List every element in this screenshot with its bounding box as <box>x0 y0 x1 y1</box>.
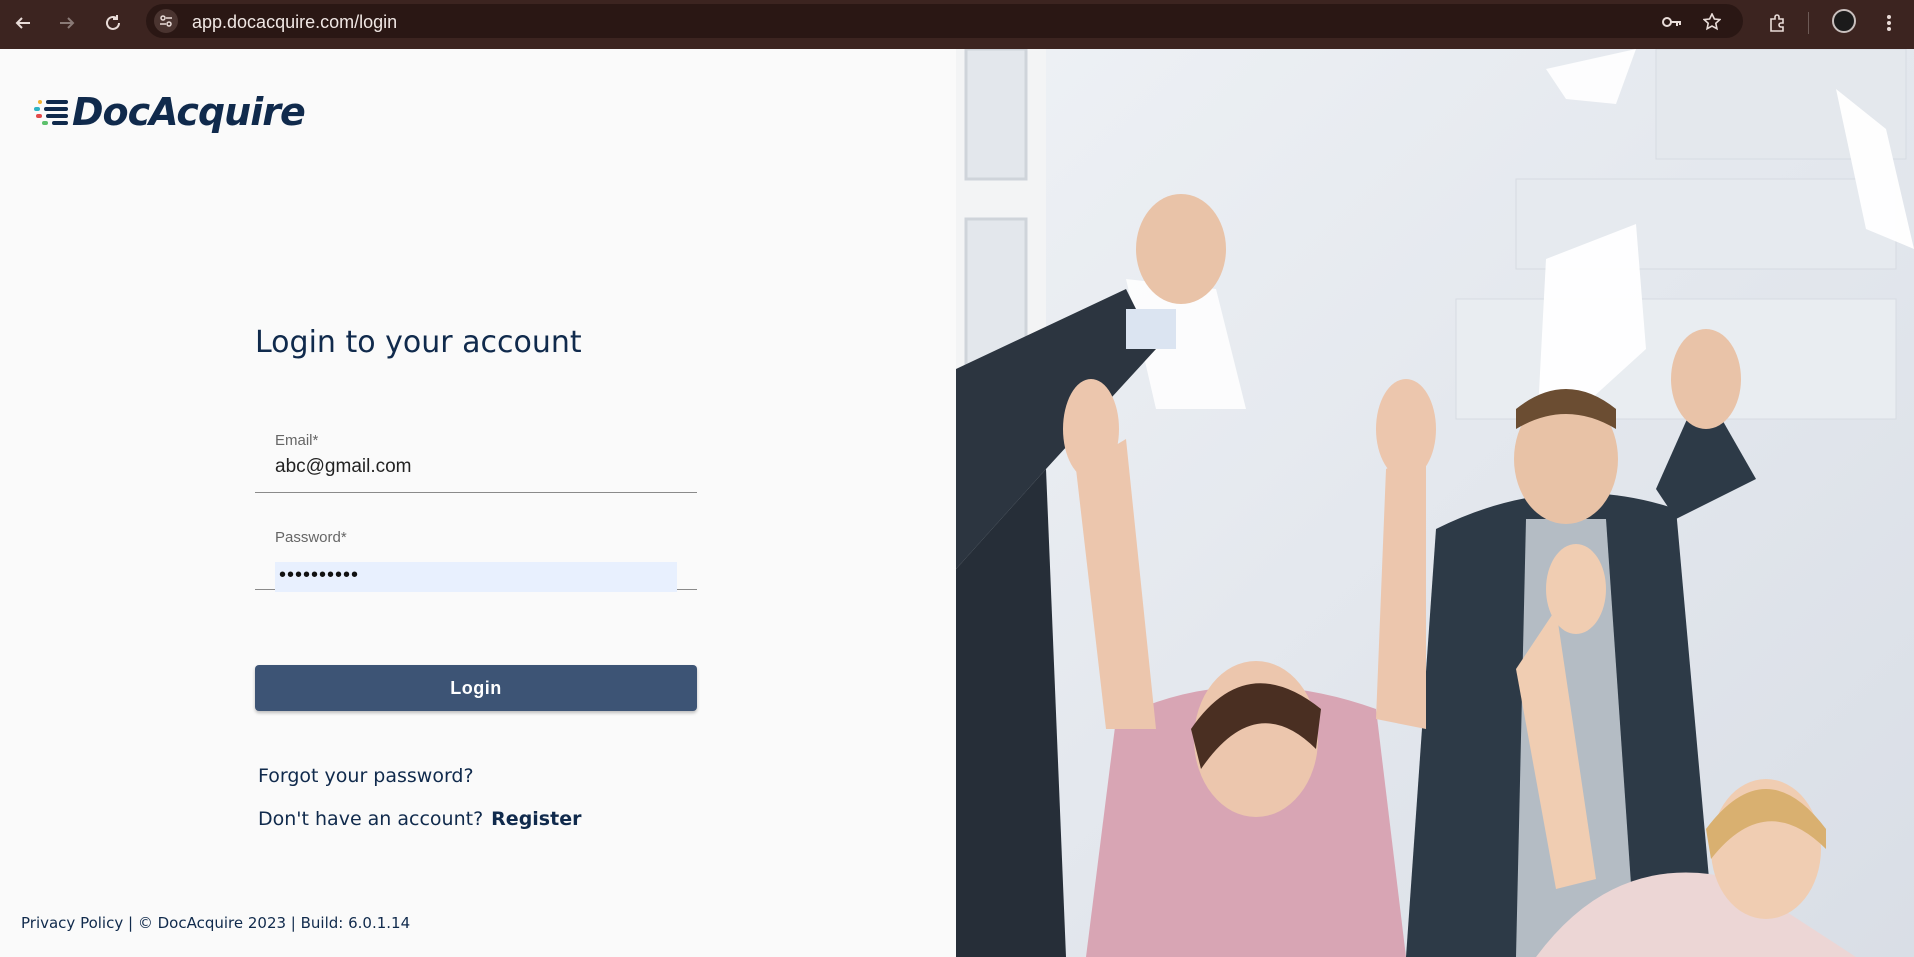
photo-illustration <box>956 49 1914 957</box>
email-field[interactable]: Email* abc@gmail.com <box>255 420 697 493</box>
forward-arrow-icon[interactable] <box>52 8 82 38</box>
email-label: Email* <box>275 432 319 449</box>
bookmark-star-icon[interactable] <box>1700 10 1724 34</box>
password-label: Password* <box>275 529 347 546</box>
page-title: Login to your account <box>255 325 582 360</box>
password-field[interactable]: Password* •••••••••• <box>255 517 697 592</box>
logo-speed-lines-icon <box>34 96 70 128</box>
login-pane: DocAcquire Login to your account Email* … <box>0 49 956 957</box>
reload-icon[interactable] <box>98 8 128 38</box>
more-menu-icon[interactable] <box>1874 8 1904 38</box>
no-account-text: Don't have an account? <box>258 808 484 830</box>
brand-logo[interactable]: DocAcquire <box>34 87 306 137</box>
register-link[interactable]: Register <box>491 808 581 830</box>
site-info-icon[interactable] <box>154 9 178 33</box>
profile-avatar[interactable] <box>1832 9 1856 33</box>
forgot-password-link[interactable]: Forgot your password? <box>258 765 474 787</box>
back-arrow-icon[interactable] <box>8 8 38 38</box>
logo-text: DocAcquire <box>72 90 306 134</box>
password-key-icon[interactable] <box>1660 10 1684 34</box>
copyright-text: | © DocAcquire 2023 | Build: 6.0.1.14 <box>128 914 411 932</box>
toolbar-separator <box>1808 12 1809 34</box>
footer: Privacy Policy | © DocAcquire 2023 | Bui… <box>21 914 410 932</box>
password-input[interactable]: •••••••••• <box>275 562 677 592</box>
email-input[interactable]: abc@gmail.com <box>275 456 412 478</box>
address-bar[interactable]: app.docacquire.com/login <box>146 4 1743 38</box>
password-value: •••••••••• <box>279 564 360 586</box>
url-text[interactable]: app.docacquire.com/login <box>192 12 397 33</box>
register-prompt: Don't have an account? Register <box>258 808 581 830</box>
people-celebrating-photo <box>956 49 1914 957</box>
browser-toolbar: app.docacquire.com/login <box>0 0 1914 49</box>
privacy-policy-link[interactable]: Privacy Policy <box>21 914 123 932</box>
login-button[interactable]: Login <box>255 665 697 711</box>
extensions-icon[interactable] <box>1762 8 1792 38</box>
